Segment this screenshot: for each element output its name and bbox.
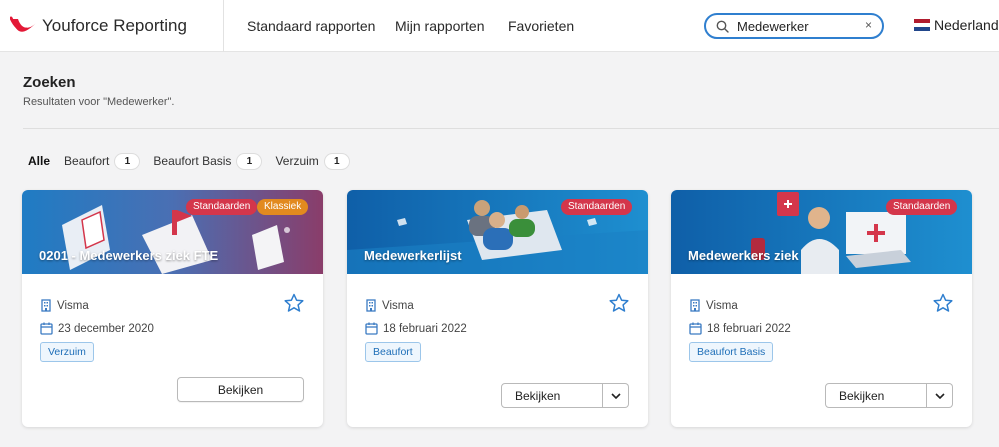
date-label: 18 februari 2022 [707,322,791,335]
search-icon [716,20,729,33]
nav-favorieten[interactable]: Favorieten [508,18,574,34]
card-date: 23 december 2020 [40,322,154,335]
view-split-button: Bekijken [825,383,953,408]
category-tag[interactable]: Beaufort Basis [689,342,774,362]
report-card[interactable]: Standaarden Medewerkers ziek Visma 18 fe… [671,190,972,427]
view-report-button[interactable]: Bekijken [825,383,927,408]
calendar-icon [365,322,378,335]
filter-label: Verzuim [275,154,319,168]
klassiek-badge: Klassiek [257,199,309,215]
source-label: Visma [706,299,738,312]
standaarden-badge: Standaarden [186,199,258,215]
chevron-down-icon [610,392,621,399]
category-tag[interactable]: Beaufort [365,342,421,362]
filter-count-badge: 1 [115,153,140,169]
section-divider [23,128,999,129]
filter-beaufort[interactable]: Beaufort 1 [64,153,140,169]
more-options-button[interactable] [603,383,629,408]
favorite-star-icon[interactable] [933,293,953,313]
dutch-flag-icon [914,19,930,31]
source-label: Visma [382,299,414,312]
category-tag[interactable]: Verzuim [40,342,94,362]
page-title: Zoeken [23,74,76,91]
filter-label: Beaufort [64,154,110,168]
view-report-button[interactable]: Bekijken [177,377,304,402]
report-card[interactable]: Standaarden Klassiek 0201 - Medewerkers … [22,190,323,427]
search-input[interactable] [737,18,857,35]
standaarden-badge: Standaarden [561,199,633,215]
card-banner: Standaarden Medewerkerlijst [347,190,648,274]
view-report-button[interactable]: Bekijken [501,383,603,408]
card-source: Visma [40,299,89,312]
date-label: 23 december 2020 [58,322,154,335]
header-divider [223,0,224,52]
card-title[interactable]: Medewerkerlijst [364,248,462,263]
card-source: Visma [689,299,738,312]
chevron-down-icon [934,392,945,399]
date-label: 18 februari 2022 [383,322,467,335]
building-icon [366,299,376,312]
filter-verzuim[interactable]: Verzuim 1 [275,153,349,169]
standaarden-badge: Standaarden [886,199,958,215]
building-icon [690,299,700,312]
results-text: Resultaten voor "Medewerker". [23,96,175,108]
top-header: Youforce Reporting Standaard rapporten M… [0,0,999,52]
card-source: Visma [365,299,414,312]
card-title[interactable]: Medewerkers ziek [688,248,799,263]
card-banner: Standaarden Klassiek 0201 - Medewerkers … [22,190,323,274]
building-icon [41,299,51,312]
search-box[interactable]: × [704,13,884,39]
filter-beaufort-basis[interactable]: Beaufort Basis 1 [153,153,262,169]
filter-label: Alle [28,154,51,168]
source-label: Visma [57,299,89,312]
favorite-star-icon[interactable] [284,293,304,313]
card-date: 18 februari 2022 [365,322,467,335]
filter-count-badge: 1 [324,153,349,169]
nav-mijn-rapporten[interactable]: Mijn rapporten [395,18,485,34]
more-options-button[interactable] [927,383,953,408]
filter-alle[interactable]: Alle [28,154,50,168]
language-label: Nederlands [934,17,999,33]
youforce-logo-icon[interactable] [10,15,38,37]
calendar-icon [689,322,702,335]
calendar-icon [40,322,53,335]
card-banner: Standaarden Medewerkers ziek [671,190,972,274]
filter-label: Beaufort Basis [153,154,232,168]
view-split-button: Bekijken [501,383,629,408]
report-card[interactable]: Standaarden Medewerkerlijst Visma 18 feb… [347,190,648,427]
app-title[interactable]: Youforce Reporting [42,16,187,36]
filter-bar: Alle Beaufort 1 Beaufort Basis 1 Verzuim 1 [28,152,363,170]
card-date: 18 februari 2022 [689,322,791,335]
card-title[interactable]: 0201 - Medewerkers ziek FTE [39,248,218,263]
nav-standaard-rapporten[interactable]: Standaard rapporten [247,18,375,34]
language-selector[interactable]: Nederlands [914,17,999,33]
filter-count-badge: 1 [237,153,262,169]
clear-search-icon[interactable]: × [865,18,872,32]
favorite-star-icon[interactable] [609,293,629,313]
